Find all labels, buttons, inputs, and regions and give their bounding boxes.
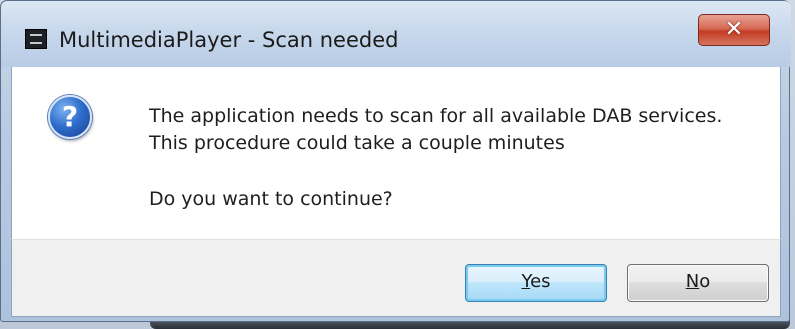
app-icon-glyph (30, 34, 42, 44)
no-button-mnemonic: N (685, 271, 700, 292)
message-question: Do you want to continue? (149, 188, 393, 210)
no-button-label: o (699, 271, 711, 292)
yes-button-label: es (530, 271, 551, 292)
message-dialog: MultimediaPlayer - Scan needed ✕ ? The a… (0, 0, 791, 322)
question-icon-glyph: ? (61, 100, 79, 133)
yes-button-mnemonic: Y (521, 271, 531, 292)
no-button[interactable]: No (627, 264, 769, 302)
window-title: MultimediaPlayer - Scan needed (59, 28, 399, 52)
message-area: ? The application needs to scan for all … (11, 67, 781, 239)
button-bar: Yes No (11, 239, 781, 317)
title-bar[interactable]: MultimediaPlayer - Scan needed ✕ (1, 1, 791, 67)
close-button[interactable]: ✕ (698, 14, 770, 46)
question-icon: ? (48, 95, 92, 139)
yes-button[interactable]: Yes (465, 264, 607, 302)
close-icon: ✕ (724, 17, 744, 42)
app-icon[interactable] (25, 29, 47, 49)
message-line-2: This procedure could take a couple minut… (149, 132, 565, 154)
message-line-1: The application needs to scan for all av… (149, 105, 723, 127)
